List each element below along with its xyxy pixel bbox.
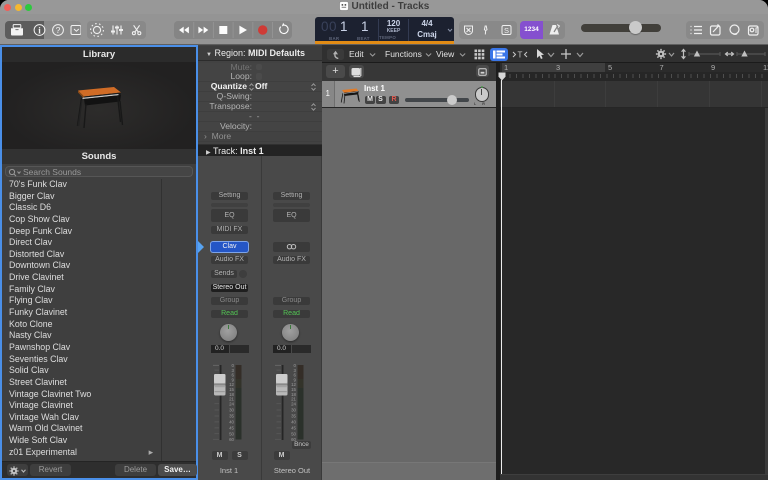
- svg-text:24: 24: [291, 401, 296, 406]
- svg-text:45: 45: [291, 426, 296, 431]
- svg-text:i: i: [38, 25, 41, 35]
- svg-text:24: 24: [229, 401, 234, 406]
- svg-text:S: S: [504, 26, 509, 35]
- svg-text:35: 35: [229, 414, 234, 419]
- svg-text:60: 60: [229, 437, 234, 441]
- svg-text:50: 50: [229, 431, 234, 436]
- svg-text:30: 30: [291, 408, 296, 413]
- svg-text:?: ?: [56, 25, 61, 35]
- svg-text:T: T: [518, 51, 523, 60]
- svg-text:40: 40: [229, 420, 234, 425]
- svg-text:45: 45: [229, 426, 234, 431]
- svg-text:30: 30: [229, 408, 234, 413]
- svg-text:40: 40: [291, 420, 296, 425]
- svg-text:35: 35: [291, 414, 296, 419]
- svg-text:50: 50: [291, 431, 296, 436]
